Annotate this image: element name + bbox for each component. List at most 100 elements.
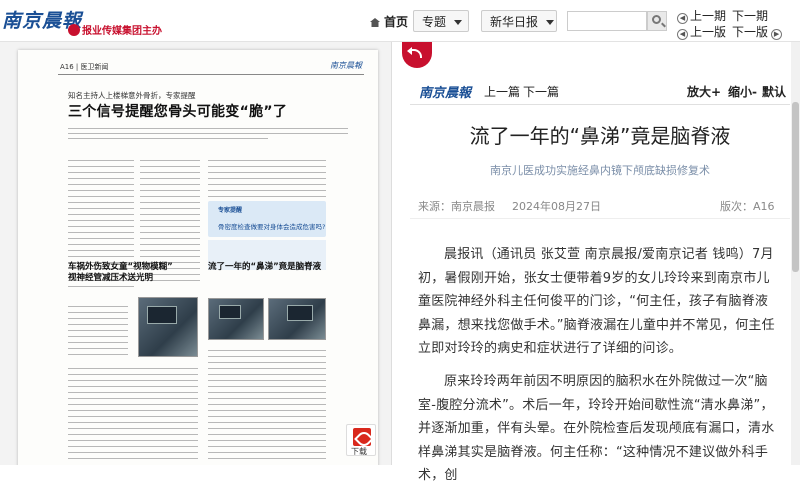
zoom-out-button[interactable]: 缩小-: [728, 83, 757, 100]
text-line: [208, 380, 326, 381]
article-subtitle: 南京儿医成功实施经鼻内镜下颅底缺损修复术: [490, 164, 710, 177]
text-line: [208, 446, 326, 447]
text-line: [140, 166, 200, 167]
search-icon: [652, 15, 661, 24]
text-line: [208, 428, 326, 429]
article-b-line-1: 流了一年的“鼻涕”竟是脑脊液: [208, 262, 322, 272]
text-line: [68, 232, 134, 233]
tips-box-head: 专家提醒: [218, 207, 243, 214]
lead-kicker: 知名主持人上楼梯意外骨折，专家提醒: [68, 91, 196, 100]
search-button[interactable]: [647, 11, 667, 31]
text-line: [208, 362, 326, 363]
sponsor-text: 报业传媒集团主办: [82, 26, 162, 37]
text-line: [68, 348, 128, 349]
prev-page-label: 上一版: [690, 25, 727, 39]
lead-headline[interactable]: 三个信号提醒您骨头可能变“脆”了: [68, 101, 287, 121]
search-input[interactable]: [567, 11, 647, 31]
text-line: [68, 202, 134, 203]
text-line: [68, 374, 198, 375]
text-line: [140, 202, 200, 203]
text-line: [140, 178, 200, 179]
monitor-shape: [219, 305, 241, 319]
page-divider: [58, 74, 364, 75]
prev-issue-link[interactable]: ◀ 上一期: [677, 7, 726, 24]
prev-page-link[interactable]: ◀ 上一版: [677, 23, 726, 40]
text-line: [68, 306, 128, 307]
text-line: [208, 166, 326, 167]
text-line: [68, 434, 198, 435]
page-brand: 南京晨報: [330, 61, 362, 70]
text-line: [208, 178, 326, 179]
surgery-photo: [268, 298, 326, 340]
newspaper-page[interactable]: A16 | 医卫新闻 南京晨報 知名主持人上楼梯意外骨折，专家提醒 三个信号提醒…: [18, 50, 378, 465]
text-line: [208, 374, 326, 375]
pdf-download-button[interactable]: 下载: [346, 424, 376, 456]
text-line: [208, 184, 326, 185]
text-line: [140, 196, 200, 197]
download-label: 下载: [351, 447, 367, 456]
reader-logo: 南京晨報: [419, 86, 472, 101]
article-title: 流了一年的“鼻涕”竟是脑脊液: [469, 124, 731, 148]
text-line: [208, 160, 326, 161]
text-line: [208, 392, 326, 393]
next-article-link[interactable]: 下一篇: [523, 83, 559, 100]
article-b-headline[interactable]: 流了一年的“鼻涕”竟是脑脊液: [208, 262, 321, 273]
text-line: [68, 386, 198, 387]
tips-box[interactable]: 专家提醒 骨密度检查做要对身体会造成危害吗?: [208, 201, 326, 237]
text-line: [68, 214, 134, 215]
text-line: [68, 190, 134, 191]
text-line: [140, 208, 200, 209]
home-icon: [370, 18, 380, 27]
text-line: [208, 434, 326, 435]
article-scrollbar[interactable]: [791, 42, 800, 465]
text-line: [208, 422, 326, 423]
text-line: [208, 440, 326, 441]
text-line: [68, 336, 128, 337]
text-line: [68, 330, 128, 331]
text-line: [68, 238, 134, 239]
text-line: [68, 184, 134, 185]
text-line: [68, 324, 128, 325]
tips-box-title: 骨密度检查做要对身体会造成危害吗?: [218, 223, 326, 231]
page-section: 医卫新闻: [80, 63, 109, 71]
page-header: A16 | 医卫新闻: [60, 63, 109, 71]
newspaper-page-viewer: A16 | 医卫新闻 南京晨報 知名主持人上楼梯意外骨折，专家提醒 三个信号提醒…: [0, 42, 392, 465]
text-line: [68, 354, 128, 355]
reader-divider: [410, 104, 790, 105]
arrow-left-icon: ◀: [677, 29, 688, 40]
text-line: [140, 256, 200, 257]
home-label: 首页: [384, 15, 409, 29]
next-issue-link[interactable]: 下一期: [732, 7, 768, 24]
home-link[interactable]: 首页: [370, 13, 408, 30]
next-page-link[interactable]: 下一版 ▶: [732, 23, 784, 40]
text-line: [68, 428, 198, 429]
zoom-in-button[interactable]: 放大+: [687, 83, 721, 100]
prev-article-link[interactable]: 上一篇: [484, 83, 520, 100]
group-logo-icon: [68, 24, 80, 36]
text-line: [208, 416, 326, 417]
text-line: [68, 286, 134, 287]
text-line: [208, 398, 326, 399]
article-a-headline[interactable]: 车祸外伤致女童“视物模糊” 视神经管减压术送光明: [68, 262, 173, 284]
text-line: [68, 380, 198, 381]
text-line: [208, 368, 326, 369]
text-line: [68, 160, 134, 161]
text-line: [208, 196, 326, 197]
text-line: [208, 452, 326, 453]
article-date: 2024年08月27日: [512, 200, 601, 213]
text-line: [140, 226, 200, 227]
text-line: [140, 190, 200, 191]
arrow-right-icon: ▶: [771, 29, 783, 40]
text-line: [140, 160, 200, 161]
text-line: [68, 398, 198, 399]
text-line: [208, 190, 326, 191]
text-line: [68, 440, 198, 441]
topics-dropdown[interactable]: 专题: [413, 10, 469, 32]
text-line: [68, 446, 198, 447]
paper-select-value: 新华日报: [490, 15, 539, 29]
article-edition: 版次：A16: [720, 200, 775, 213]
scrollbar-thumb[interactable]: [792, 102, 799, 272]
text-line: [208, 410, 326, 411]
paper-select[interactable]: 新华日报: [481, 10, 557, 32]
zoom-default-button[interactable]: 默认: [762, 83, 786, 100]
